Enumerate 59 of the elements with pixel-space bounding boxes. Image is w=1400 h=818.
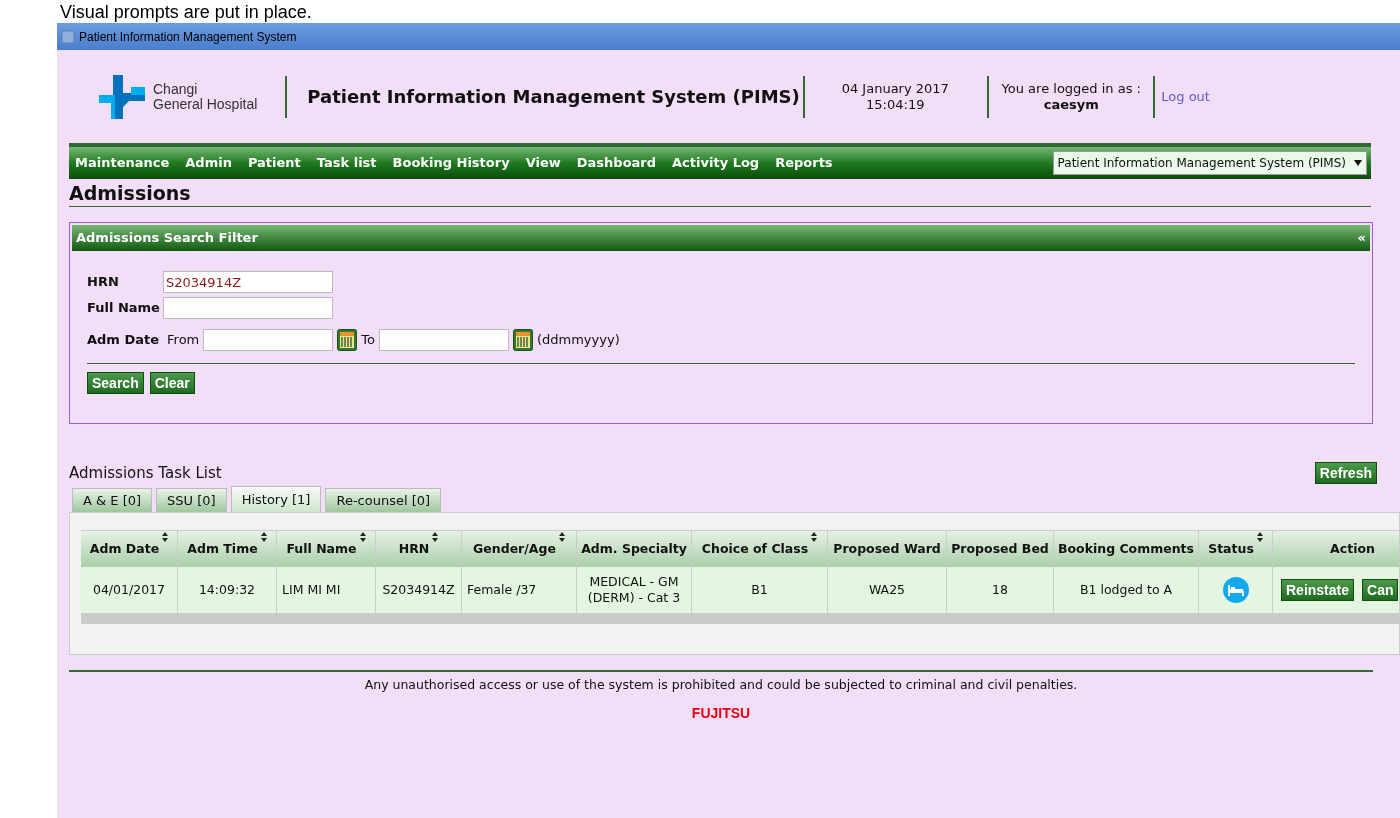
action-button[interactable]: Reinstate — [1281, 579, 1355, 601]
horizontal-scrollbar[interactable] — [81, 613, 1399, 624]
login-label: You are logged in as : — [1001, 80, 1141, 97]
current-time: 15:04:19 — [866, 96, 925, 113]
legal-notice: Any unauthorised access or use of the system is prohibited and could be subjected to criminal and civil penalties. — [364, 676, 1078, 694]
tab[interactable]: Re-counsel [0] — [325, 488, 442, 512]
tab[interactable]: History [1] — [230, 486, 322, 512]
sort-icon[interactable] — [1256, 532, 1263, 542]
tab[interactable]: A & E [0] — [72, 488, 153, 512]
menu-item[interactable]: Booking History — [392, 153, 510, 173]
sort-icon[interactable] — [260, 532, 267, 542]
hospital-logo-icon — [99, 74, 145, 119]
hospital-name: General Hospital — [153, 96, 258, 112]
to-date-field[interactable] — [378, 329, 509, 351]
hrn-label: HRN — [87, 273, 120, 292]
sort-icon[interactable] — [432, 532, 439, 542]
app-title: Patient Information Management System (PIMS) — [307, 85, 801, 109]
menu-item[interactable]: Reports — [775, 153, 833, 173]
user-name: caesym — [1043, 96, 1099, 113]
app-icon — [61, 29, 75, 44]
menu-item[interactable]: Maintenance — [75, 153, 170, 173]
slide-caption: Visual prompts are put in place. — [60, 1, 312, 23]
filter-button[interactable]: Clear — [149, 372, 195, 394]
menu-item[interactable]: Dashboard — [576, 153, 657, 173]
sort-icon[interactable] — [162, 532, 169, 542]
from-date-field[interactable] — [203, 329, 334, 351]
logout-link[interactable]: Log out — [1161, 86, 1210, 107]
hrn-field[interactable]: S2034914Z — [163, 271, 333, 293]
hospital-name: Changi — [153, 81, 199, 97]
calendar-icon[interactable] — [512, 329, 533, 351]
date-format-hint: (ddmmyyyy) — [536, 331, 620, 350]
filter-header: Admissions Search Filter « — [72, 225, 1370, 251]
menu-item[interactable]: Patient — [247, 153, 301, 173]
system-select[interactable]: Patient Information Management System (PIMS) — [1052, 151, 1367, 175]
filter-button[interactable]: Search — [87, 372, 144, 394]
calendar-icon[interactable] — [337, 329, 358, 351]
full-name-field[interactable] — [163, 297, 333, 319]
adm-date-label: Adm Date — [87, 331, 160, 350]
menu-item[interactable]: View — [525, 153, 561, 173]
page-title: Admissions — [69, 181, 191, 205]
sort-icon[interactable] — [811, 532, 818, 542]
task-list-title: Admissions Task List — [69, 462, 222, 484]
menu-item[interactable]: Admin — [185, 153, 232, 173]
menu-item[interactable]: Task list — [316, 153, 377, 173]
dropdown-caret-icon — [1354, 160, 1362, 166]
window-title: Patient Information Management System — [79, 28, 297, 46]
current-date: 04 January 2017 — [841, 80, 949, 97]
to-label: To — [361, 331, 375, 350]
collapse-toggle[interactable]: « — [1357, 228, 1366, 248]
menu-item[interactable]: Activity Log — [672, 153, 760, 173]
from-label: From — [167, 331, 200, 350]
refresh-button[interactable]: Refresh — [1314, 462, 1377, 484]
action-button[interactable]: Can — [1362, 579, 1399, 601]
full-name-label: Full Name — [87, 299, 159, 318]
sort-icon[interactable] — [558, 532, 565, 542]
tab[interactable]: SSU [0] — [156, 488, 227, 512]
vendor-logo: FUJITSU — [691, 703, 751, 723]
sort-icon[interactable] — [359, 532, 366, 542]
bed-status-icon — [1222, 577, 1249, 603]
